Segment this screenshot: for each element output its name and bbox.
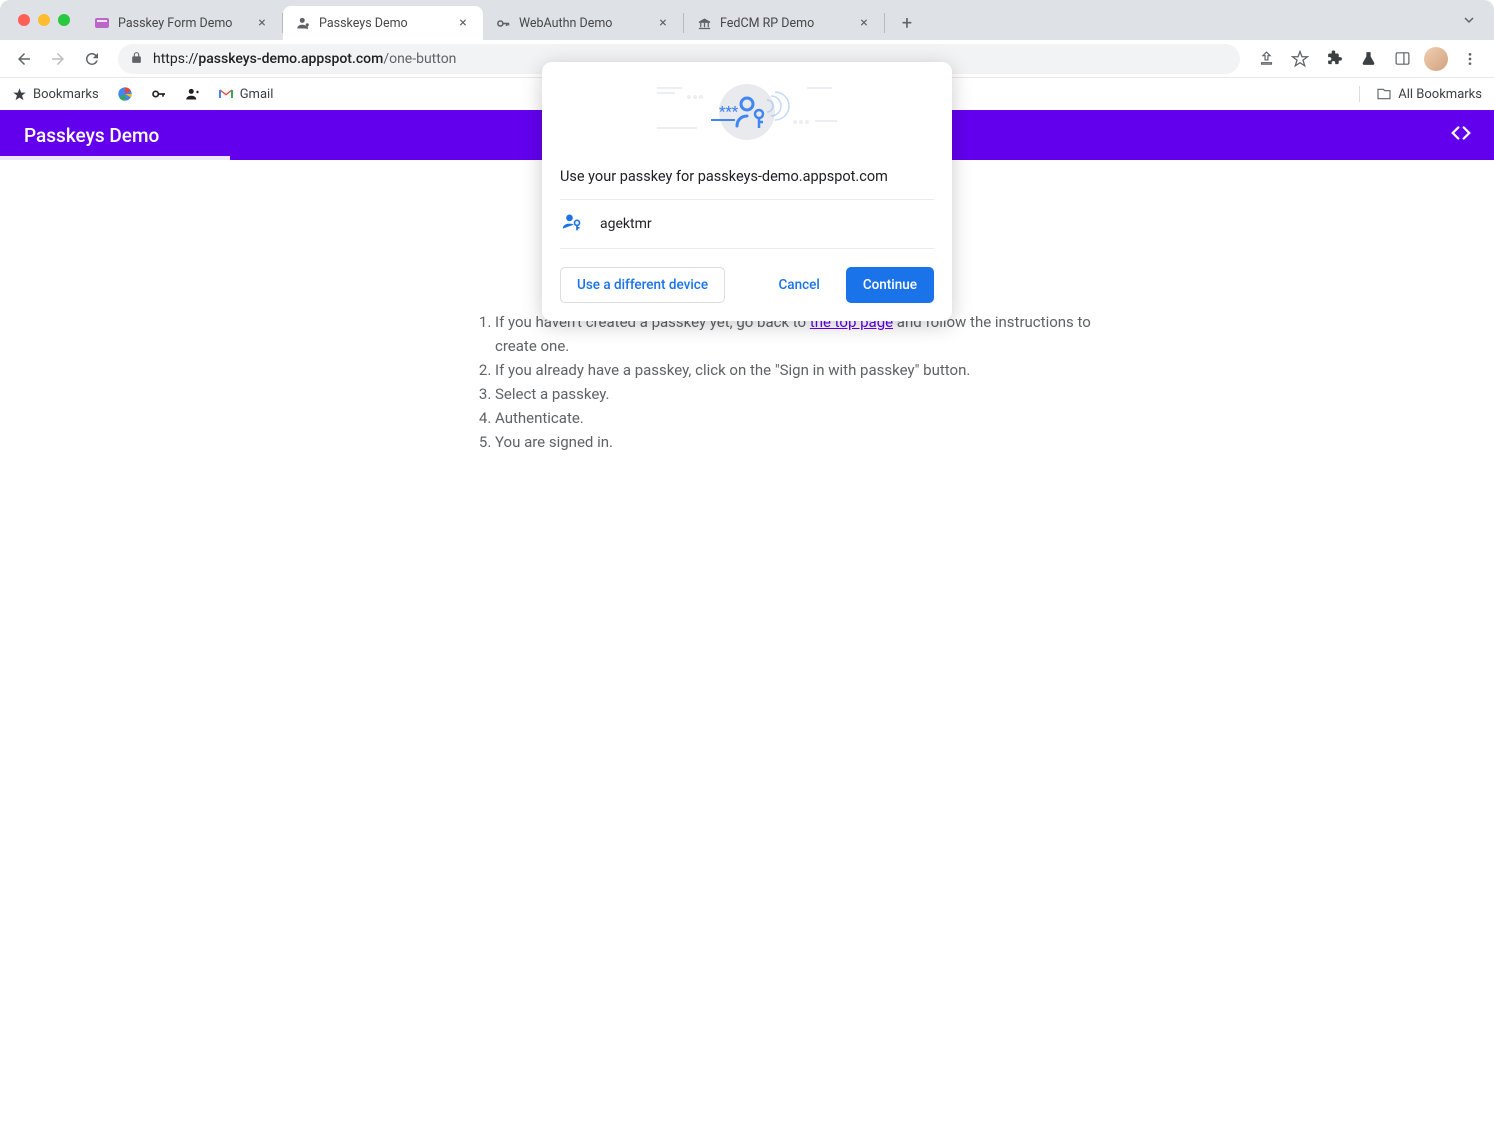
- modal-prompt-text: Use your passkey for passkeys-demo.appsp…: [560, 162, 934, 199]
- forward-button[interactable]: [44, 45, 72, 73]
- bookmark-star-button[interactable]: [1286, 45, 1314, 73]
- tab-title: Passkey Form Demo: [118, 16, 246, 31]
- minimize-window-button[interactable]: [38, 14, 50, 26]
- close-window-button[interactable]: [18, 14, 30, 26]
- passkey-user-icon: [562, 212, 582, 236]
- window-controls: [10, 14, 82, 26]
- tab-passkey-form-demo[interactable]: Passkey Form Demo ×: [82, 6, 282, 40]
- svg-text:***: ***: [719, 104, 739, 120]
- tab-passkeys-demo[interactable]: Passkeys Demo ×: [283, 6, 483, 40]
- account-username: agektmr: [600, 216, 652, 232]
- menu-button[interactable]: [1456, 45, 1484, 73]
- side-panel-button[interactable]: [1388, 45, 1416, 73]
- lock-icon: [130, 51, 143, 67]
- new-tab-button[interactable]: +: [893, 9, 921, 37]
- tab-title: FedCM RP Demo: [720, 16, 848, 31]
- instruction-item: Authenticate.: [495, 406, 1107, 430]
- instruction-item: You are signed in.: [495, 430, 1107, 454]
- profile-button[interactable]: [1422, 45, 1450, 73]
- back-button[interactable]: [10, 45, 38, 73]
- bookmark-bookmarks[interactable]: Bookmarks: [12, 87, 99, 102]
- tab-favicon-passkey-form: [94, 15, 110, 31]
- tab-list-dropdown[interactable]: [1454, 5, 1484, 35]
- continue-button[interactable]: Continue: [846, 267, 934, 303]
- passkey-account-row[interactable]: agektmr: [560, 199, 934, 249]
- use-different-device-button[interactable]: Use a different device: [560, 267, 725, 303]
- close-tab-button[interactable]: ×: [655, 15, 671, 31]
- close-tab-button[interactable]: ×: [254, 15, 270, 31]
- modal-body: Use your passkey for passkeys-demo.appsp…: [542, 162, 952, 321]
- url-text: https://passkeys-demo.appspot.com/one-bu…: [153, 51, 456, 67]
- tab-separator: [884, 13, 885, 33]
- bookmark-key[interactable]: [151, 86, 167, 102]
- header-progress-bar: [0, 156, 230, 160]
- tab-fedcm-rp-demo[interactable]: FedCM RP Demo ×: [684, 6, 884, 40]
- cancel-button[interactable]: Cancel: [762, 267, 835, 303]
- page-title: Passkeys Demo: [24, 124, 159, 147]
- bookmark-gmail[interactable]: Gmail: [218, 86, 274, 102]
- bank-icon: [696, 15, 712, 31]
- close-tab-button[interactable]: ×: [455, 15, 471, 31]
- tab-title: Passkeys Demo: [319, 16, 447, 31]
- all-bookmarks-button[interactable]: All Bookmarks: [1359, 86, 1482, 102]
- passkey-modal: *** Use your passkey for passkeys-demo.a…: [542, 62, 952, 321]
- tab-favicon-passkeys: [295, 15, 311, 31]
- bookmark-user[interactable]: [185, 87, 200, 102]
- passkey-illustration: ***: [542, 62, 952, 162]
- tab-webauthn-demo[interactable]: WebAuthn Demo ×: [483, 6, 683, 40]
- labs-button[interactable]: [1354, 45, 1382, 73]
- all-bookmarks-label: All Bookmarks: [1398, 87, 1482, 102]
- bookmark-google[interactable]: [117, 86, 133, 102]
- instruction-item: If you already have a passkey, click on …: [495, 358, 1107, 382]
- key-icon: [495, 15, 511, 31]
- instruction-item: Select a passkey.: [495, 382, 1107, 406]
- bookmark-label: Bookmarks: [33, 87, 99, 102]
- share-button[interactable]: [1252, 45, 1280, 73]
- tab-title: WebAuthn Demo: [519, 16, 647, 31]
- extensions-button[interactable]: [1320, 45, 1348, 73]
- code-toggle-icon[interactable]: [1450, 122, 1472, 149]
- bookmark-label: Gmail: [240, 87, 274, 102]
- modal-actions: Use a different device Cancel Continue: [560, 249, 934, 303]
- tab-bar: Passkey Form Demo × Passkeys Demo × WebA…: [0, 0, 1494, 40]
- reload-button[interactable]: [78, 45, 106, 73]
- maximize-window-button[interactable]: [58, 14, 70, 26]
- avatar: [1424, 47, 1448, 71]
- close-tab-button[interactable]: ×: [856, 15, 872, 31]
